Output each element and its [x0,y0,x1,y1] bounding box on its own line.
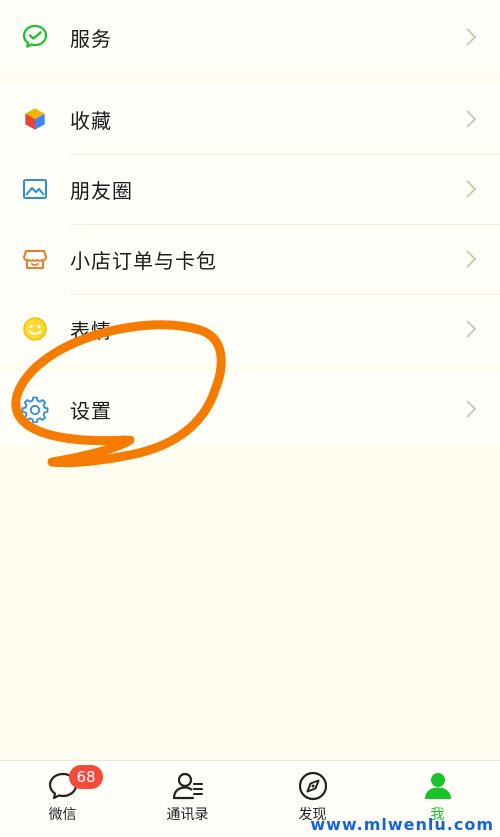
settings-row[interactable]: 设置 [0,374,500,444]
favorites-row[interactable]: 收藏 [0,84,500,154]
watermark: www.mlwenlu.com [310,815,494,834]
contacts-icon [172,772,203,800]
tab-label: 通讯录 [166,807,209,823]
chevron-right-icon [466,400,477,418]
chevron-right-icon [466,28,477,46]
chevron-right-icon [466,250,477,268]
settings-group: 设置 [0,374,500,444]
shop-orders-label: 小店订单与卡包 [70,248,217,273]
chevron-right-icon [466,320,477,338]
photo-icon [20,174,50,204]
shop-icon [20,244,50,274]
unread-badge: 68 [69,765,103,789]
main-menu-group: 收藏 朋友圈 小店订单与卡包 表情 [0,84,500,364]
stickers-label: 表情 [70,318,112,343]
chevron-right-icon [466,180,477,198]
tab-label: 微信 [48,807,77,823]
tab-contacts[interactable]: 通讯录 [125,761,250,837]
favorites-label: 收藏 [70,108,112,133]
smiley-icon [20,314,50,344]
me-page: 服务 收藏 朋友圈 小店订单与卡包 表情 设置 68 微信 通讯录 发现 我 w… [0,0,500,837]
service-row[interactable]: 服务 [0,2,500,72]
cube-icon [20,104,50,134]
service-label: 服务 [70,26,112,51]
moments-row[interactable]: 朋友圈 [0,154,500,224]
stickers-row[interactable]: 表情 [0,294,500,364]
shop-orders-row[interactable]: 小店订单与卡包 [0,224,500,294]
gear-icon [20,394,50,424]
settings-label: 设置 [70,398,112,423]
chevron-right-icon [466,110,477,128]
wechat-pay-icon [20,22,50,52]
tab-chats[interactable]: 68 微信 [0,761,125,837]
person-icon [424,773,451,799]
compass-icon [298,771,327,801]
moments-label: 朋友圈 [70,178,133,203]
service-group: 服务 [0,0,500,72]
